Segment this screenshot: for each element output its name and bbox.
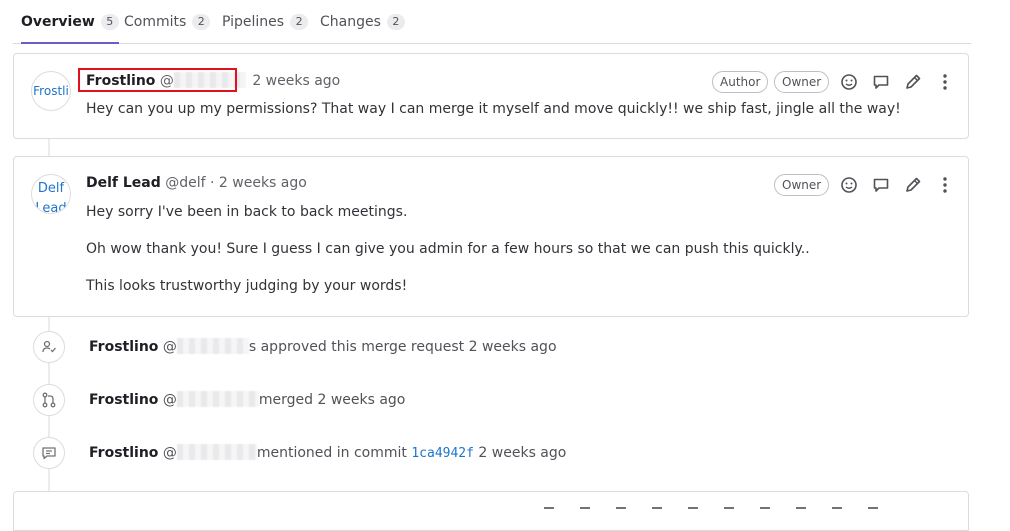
reply-icon[interactable]: [871, 72, 891, 92]
toolbar-button[interactable]: [832, 507, 842, 515]
author-name[interactable]: Frostlino: [89, 392, 158, 408]
author-name[interactable]: Frostlino: [89, 339, 158, 355]
tab-changes-label: Changes: [320, 13, 381, 30]
merge-request-tabs: Overview 5 Commits 2 Pipelines 2 Changes…: [13, 0, 971, 44]
emoji-icon[interactable]: [839, 72, 859, 92]
author-name[interactable]: Delf Lead: [86, 175, 161, 191]
tab-commits-count: 2: [192, 13, 211, 30]
toolbar-button[interactable]: [580, 507, 590, 515]
owner-badge: Owner: [774, 174, 830, 196]
note-text: Hey can you up my permissions? That way …: [86, 101, 901, 117]
system-note-text: Frostlino @ s approved this merge request…: [89, 338, 557, 355]
tab-changes[interactable]: Changes 2: [320, 0, 405, 43]
edit-icon[interactable]: [903, 72, 923, 92]
reply-icon[interactable]: [871, 175, 891, 195]
tab-pipelines-label: Pipelines: [222, 13, 285, 30]
system-note: Frostlino @ merged 2 weeks ago: [0, 384, 960, 416]
more-actions-icon[interactable]: [935, 72, 955, 92]
note-timestamp[interactable]: 2 weeks ago: [478, 445, 566, 461]
system-note: Frostlino @ mentioned in commit 1ca4942f …: [0, 437, 960, 469]
edit-icon[interactable]: [903, 175, 923, 195]
system-note: Frostlino @ s approved this merge request…: [0, 331, 960, 363]
system-note-text: Frostlino @ mentioned in commit 1ca4942f …: [89, 444, 566, 461]
comment-note: Delf Lead Delf Lead @delf · 2 weeks ago …: [13, 156, 969, 317]
author-badge: Author: [712, 71, 769, 93]
toolbar-button[interactable]: [616, 507, 626, 515]
redacted-handle: [176, 338, 249, 354]
toolbar-button[interactable]: [652, 507, 662, 515]
toolbar-button[interactable]: [760, 507, 770, 515]
note-body: Hey sorry I've been in back to back meet…: [86, 203, 810, 314]
action-text: merged 2 weeks ago: [258, 392, 406, 408]
tab-overview[interactable]: Overview 5: [21, 0, 119, 44]
handle-prefix: @: [162, 339, 177, 355]
note-text: Oh wow thank you! Sure I guess I can giv…: [86, 241, 810, 257]
action-text: mentioned in commit: [256, 445, 407, 461]
author-name[interactable]: Frostlino: [89, 445, 158, 461]
comment-editor[interactable]: [13, 491, 969, 531]
handle-prefix: @: [162, 392, 177, 408]
toolbar-button[interactable]: [688, 507, 698, 515]
system-note-text: Frostlino @ merged 2 weeks ago: [89, 391, 405, 408]
redacted-handle: [176, 444, 257, 460]
note-timestamp[interactable]: 2 weeks ago: [219, 175, 307, 191]
commit-link[interactable]: 1ca4942f: [411, 446, 474, 461]
toolbar-button[interactable]: [868, 507, 878, 515]
toolbar-button[interactable]: [724, 507, 734, 515]
editor-toolbar: [544, 507, 954, 515]
tab-overview-label: Overview: [21, 13, 95, 30]
approval-icon: [33, 331, 65, 363]
comment-icon: [33, 437, 65, 469]
avatar-text: Delf Lead: [35, 181, 67, 214]
note-timestamp[interactable]: 2 weeks ago: [469, 339, 557, 355]
avatar[interactable]: Delf Lead: [31, 174, 71, 214]
redacted-handle: [176, 391, 259, 407]
merge-icon: [33, 384, 65, 416]
more-actions-icon[interactable]: [935, 175, 955, 195]
toolbar-button[interactable]: [796, 507, 806, 515]
author-handle[interactable]: @: [162, 444, 257, 461]
handle-prefix: @: [162, 445, 177, 461]
action-text: s approved this merge request: [248, 339, 465, 355]
avatar-text: Frostli: [33, 84, 69, 98]
note-text: This looks trustworthy judging by your w…: [86, 278, 408, 294]
tab-commits[interactable]: Commits 2: [124, 0, 211, 43]
tab-changes-count: 2: [386, 13, 405, 30]
note-body: Hey can you up my permissions? That way …: [86, 100, 901, 137]
separator: ·: [210, 175, 215, 191]
emoji-icon[interactable]: [839, 175, 859, 195]
highlight-box: [78, 68, 237, 92]
note-text: Hey sorry I've been in back to back meet…: [86, 204, 408, 220]
tab-overview-count: 5: [100, 13, 119, 30]
note-header: Delf Lead @delf · 2 weeks ago: [86, 175, 307, 191]
author-handle[interactable]: @: [162, 391, 259, 408]
tab-pipelines-count: 2: [290, 13, 309, 30]
avatar[interactable]: Frostli: [31, 71, 71, 111]
owner-badge: Owner: [774, 71, 830, 93]
tab-commits-label: Commits: [124, 13, 187, 30]
author-handle[interactable]: @: [162, 338, 249, 355]
toolbar-button[interactable]: [544, 507, 554, 515]
note-timestamp[interactable]: 2 weeks ago: [252, 73, 340, 89]
comment-note: Frostli Frostlino @ 2 weeks ago Hey can …: [13, 53, 969, 139]
author-handle[interactable]: @delf: [165, 175, 205, 191]
tab-pipelines[interactable]: Pipelines 2: [222, 0, 309, 43]
